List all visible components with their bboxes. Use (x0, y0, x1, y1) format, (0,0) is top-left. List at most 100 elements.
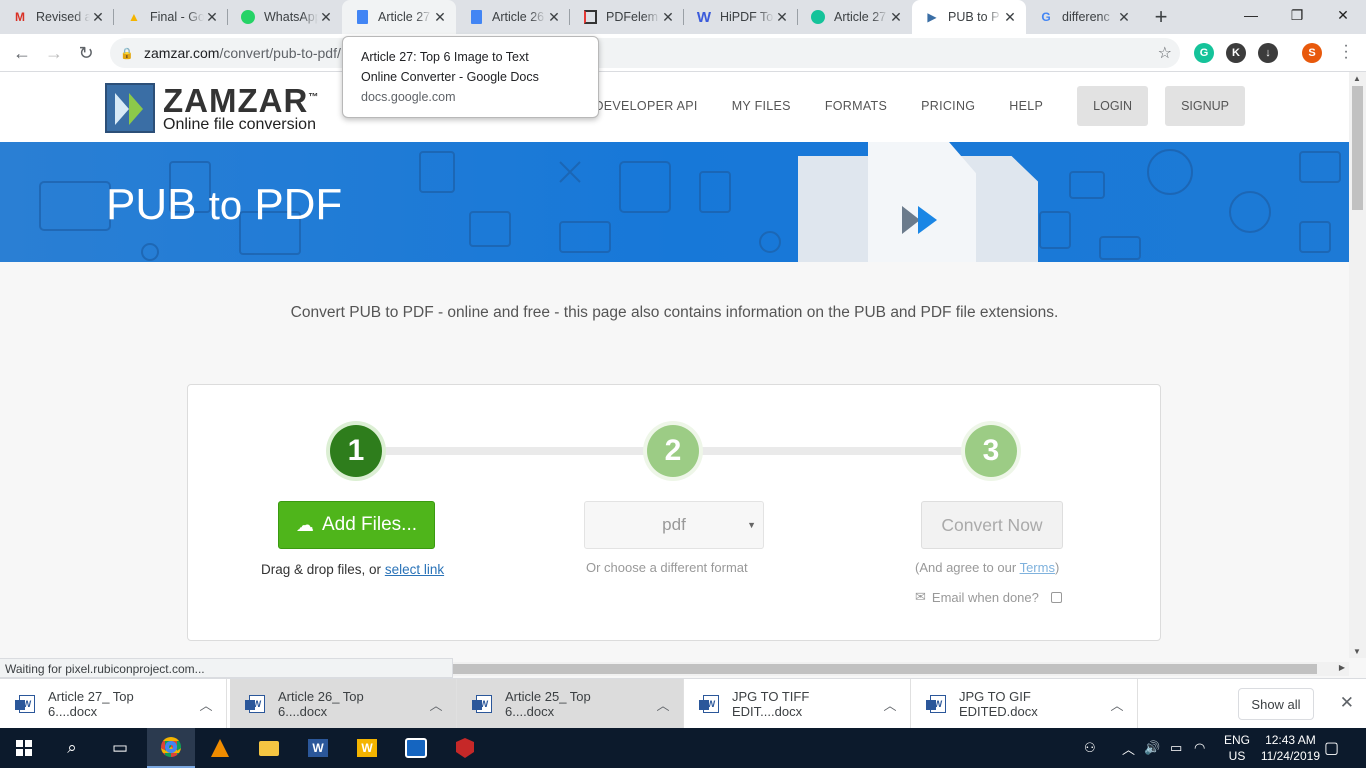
system-clock[interactable]: 12:43 AM 11/24/2019 (1261, 732, 1320, 764)
download-item[interactable]: W JPG TO GIF EDITED.docx ︿ (911, 679, 1138, 729)
task-view-icon[interactable]: ▭ (96, 728, 144, 768)
close-tab-icon[interactable]: ✕ (888, 9, 904, 26)
forward-icon[interactable]: → (40, 39, 68, 67)
nav-help[interactable]: HELP (1009, 99, 1043, 113)
close-tab-icon[interactable]: ✕ (660, 9, 676, 26)
chevron-up-icon[interactable]: ︿ (416, 695, 456, 714)
horizontal-scrollbar[interactable]: ▶ (453, 662, 1349, 676)
download-filename: JPG TO TIFF EDIT....docx (732, 689, 810, 719)
security-app-taskbar-icon[interactable] (392, 728, 440, 768)
signup-button[interactable]: SIGNUP (1165, 86, 1245, 126)
tab-gmail[interactable]: M Revised a ✕ (0, 0, 114, 34)
word-taskbar-icon[interactable]: W (294, 728, 342, 768)
maximize-icon[interactable]: ❐ (1274, 0, 1320, 30)
tab-google-drive[interactable]: ▲ Final - Go ✕ (114, 0, 228, 34)
terms-agreement: (And agree to our Terms) (915, 560, 1059, 575)
url-path: /convert/pub-to-pdf/ (219, 45, 341, 61)
email-label: Email when done? (931, 589, 1039, 605)
grammarly-extension-icon[interactable]: G (1194, 43, 1214, 63)
close-tab-icon[interactable]: ✕ (432, 9, 448, 26)
minimize-icon[interactable]: — (1228, 0, 1274, 30)
tab-pdfelement[interactable]: PDFelem ✕ (570, 0, 684, 34)
back-icon[interactable]: ← (8, 39, 36, 67)
horizontal-scrollbar-thumb[interactable] (453, 664, 1317, 674)
profile-avatar[interactable]: S (1302, 43, 1322, 63)
chrome-menu-icon[interactable]: · · · (1338, 38, 1354, 66)
wifi-icon[interactable]: ◠ (1194, 728, 1205, 768)
reload-icon[interactable]: ↻ (72, 39, 100, 67)
select-link[interactable]: select link (385, 562, 444, 577)
close-downloads-icon[interactable]: ✕ (1340, 693, 1354, 713)
word-file-icon: W (472, 695, 492, 713)
envelope-icon: ✉ (915, 589, 926, 604)
new-tab-button[interactable]: + (1144, 0, 1178, 34)
download-item[interactable]: W JPG TO TIFF EDIT....docx ︿ (684, 679, 911, 729)
tab-title: Final - Go (150, 10, 204, 24)
keyboard-layout: US (1228, 749, 1246, 763)
tab-article-27-docs[interactable]: Article 27 ✕ (342, 0, 456, 34)
vlc-taskbar-icon[interactable] (196, 728, 244, 768)
notifications-icon[interactable]: ▢ (1324, 728, 1339, 768)
battery-icon[interactable]: ▭ (1170, 728, 1182, 768)
close-tab-icon[interactable]: ✕ (546, 9, 562, 26)
download-extension-icon[interactable]: ↓ (1258, 43, 1278, 63)
people-icon[interactable]: ⚇ (1084, 728, 1096, 768)
tab-difference[interactable]: G differenc ✕ (1026, 0, 1140, 34)
chevron-up-icon[interactable]: ︿ (1097, 695, 1137, 714)
close-tab-icon[interactable]: ✕ (90, 9, 106, 26)
wps-taskbar-icon[interactable]: W (343, 728, 391, 768)
close-tab-icon[interactable]: ✕ (1002, 9, 1018, 26)
tab-pub-to-pdf[interactable]: ▶ PUB to P ✕ (912, 0, 1026, 34)
tab-whatsapp[interactable]: WhatsApp ✕ (228, 0, 342, 34)
show-hidden-icons-icon[interactable]: ︿ (1122, 728, 1135, 768)
download-item[interactable]: W Article 26_ Top 6....docx ︿ (230, 679, 457, 729)
email-checkbox[interactable] (1050, 591, 1062, 603)
close-tab-icon[interactable]: ✕ (1116, 9, 1132, 26)
close-tab-icon[interactable]: ✕ (204, 9, 220, 26)
show-all-downloads-button[interactable]: Show all (1238, 688, 1314, 720)
search-icon[interactable]: ⌕ (48, 728, 96, 768)
tooltip-title-line-2: Online Converter - Google Docs (361, 70, 539, 84)
tab-article-27-grammarly[interactable]: Article 27 ✕ (798, 0, 912, 34)
scrollbar-thumb[interactable] (1352, 86, 1363, 210)
tab-hipdf[interactable]: W HiPDF To ✕ (684, 0, 798, 34)
chevron-up-icon[interactable]: ︿ (186, 695, 226, 714)
download-filename: Article 27_ Top 6....docx (48, 689, 134, 719)
mcafee-taskbar-icon[interactable] (441, 728, 489, 768)
close-tab-icon[interactable]: ✕ (318, 9, 334, 26)
tab-article-26-docs[interactable]: Article 26 ✕ (456, 0, 570, 34)
chevron-up-icon[interactable]: ︿ (643, 695, 683, 714)
gmail-icon: M (15, 10, 25, 24)
bookmark-star-icon[interactable]: ☆ (1158, 43, 1172, 63)
volume-icon[interactable]: 🔊 (1144, 728, 1160, 768)
download-item[interactable]: W Article 27_ Top 6....docx ︿ (0, 679, 227, 729)
add-files-button[interactable]: ☁ Add Files... (278, 501, 435, 549)
browser-toolbar: ← → ↻ 🔒 zamzar.com/convert/pub-to-pdf/ ☆… (0, 34, 1366, 72)
nav-my-files[interactable]: MY FILES (732, 99, 791, 113)
close-tab-icon[interactable]: ✕ (774, 9, 790, 26)
close-window-icon[interactable]: ✕ (1320, 0, 1366, 30)
format-hint: Or choose a different format (586, 560, 748, 575)
chevron-up-icon[interactable]: ︿ (870, 695, 910, 714)
agree-prefix: (And agree to our (915, 560, 1020, 575)
format-select[interactable]: pdf ▼ (584, 501, 764, 549)
nav-developer-api[interactable]: DEVELOPER API (594, 99, 697, 113)
address-bar[interactable]: 🔒 zamzar.com/convert/pub-to-pdf/ ☆ (110, 38, 1180, 68)
k-extension-icon[interactable]: K (1226, 43, 1246, 63)
language-indicator[interactable]: ENG US (1224, 732, 1250, 764)
vertical-scrollbar[interactable]: ▲ ▼ (1349, 72, 1366, 658)
terms-link[interactable]: Terms (1020, 560, 1055, 575)
file-explorer-icon[interactable] (245, 728, 293, 768)
hero-to: to (208, 184, 243, 228)
nav-formats[interactable]: FORMATS (825, 99, 887, 113)
scroll-right-icon[interactable]: ▶ (1339, 663, 1345, 672)
chrome-taskbar-icon[interactable] (147, 728, 195, 768)
convert-now-button[interactable]: Convert Now (921, 501, 1063, 549)
zamzar-logo[interactable]: ZAMZAR™ Online file conversion (105, 82, 319, 133)
download-item[interactable]: W Article 25_ Top 6....docx ︿ (457, 679, 684, 729)
login-button[interactable]: LOGIN (1077, 86, 1149, 126)
nav-pricing[interactable]: PRICING (921, 99, 975, 113)
windows-start-icon[interactable] (0, 728, 48, 768)
scroll-up-icon[interactable]: ▲ (1353, 74, 1361, 83)
scroll-down-icon[interactable]: ▼ (1353, 647, 1361, 656)
